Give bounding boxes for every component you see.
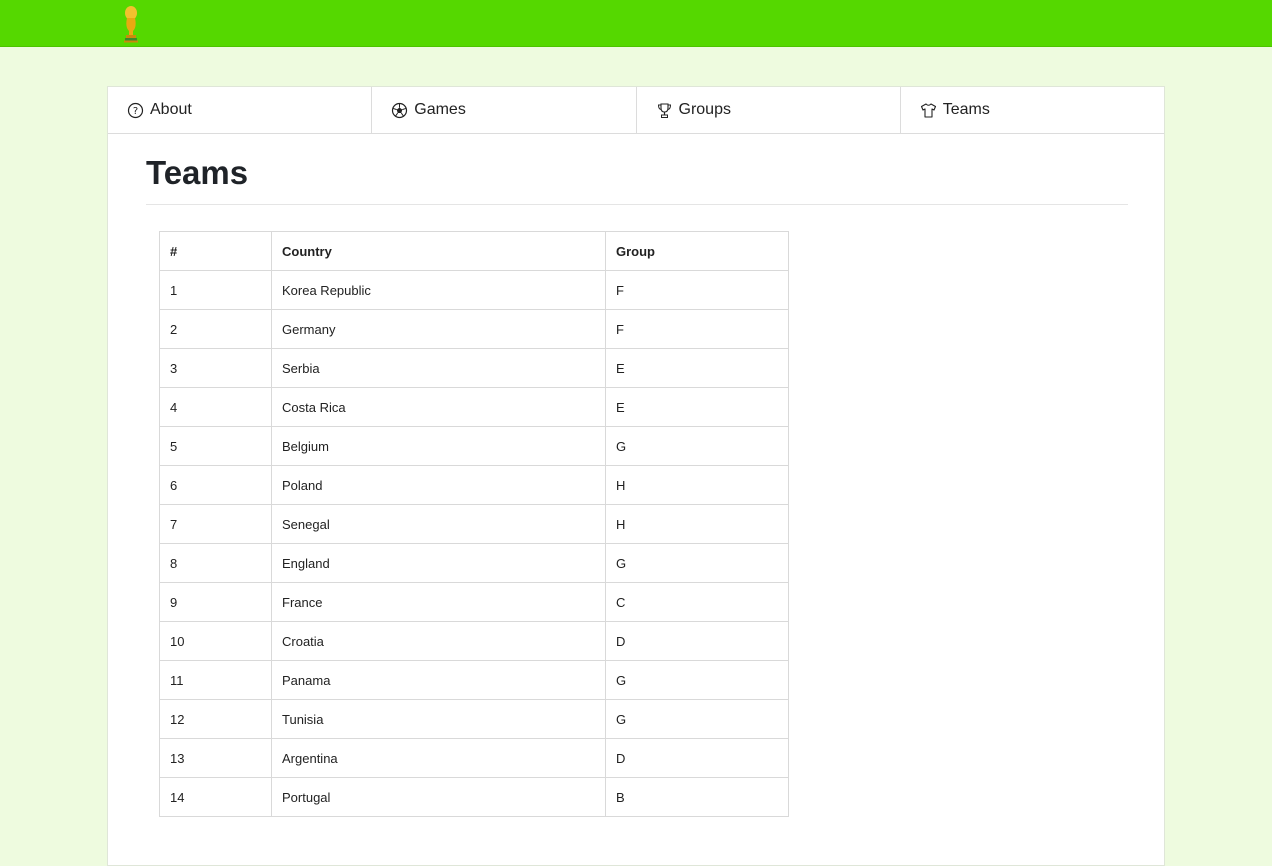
tab-teams-label: Teams <box>942 101 990 118</box>
table-header-row: # Country Group <box>159 231 789 271</box>
cell-group: F <box>605 309 789 349</box>
cell-country: Serbia <box>271 348 606 388</box>
cell-group: G <box>605 543 789 583</box>
cell-group: G <box>605 660 789 700</box>
table-row[interactable]: 2 Germany F <box>159 309 789 349</box>
tab-teams[interactable]: Teams <box>901 87 1164 133</box>
column-header-number[interactable]: # <box>159 231 272 271</box>
cell-group: E <box>605 387 789 427</box>
cell-country: Belgium <box>271 426 606 466</box>
tab-about-label: About <box>150 101 192 118</box>
top-bar <box>0 0 1272 47</box>
tab-games[interactable]: Games <box>372 87 637 133</box>
cell-country: Germany <box>271 309 606 349</box>
tab-games-label: Games <box>414 101 466 118</box>
column-header-country[interactable]: Country <box>271 231 606 271</box>
tab-groups[interactable]: Groups <box>637 87 901 133</box>
main-nav: ? About Games Groups Teams <box>108 87 1164 134</box>
cell-country: Portugal <box>271 777 606 817</box>
cell-group: F <box>605 270 789 310</box>
cell-group: C <box>605 582 789 622</box>
cell-number: 13 <box>159 738 272 778</box>
tab-about[interactable]: ? About <box>108 87 373 133</box>
tshirt-icon <box>920 102 937 119</box>
cell-number: 3 <box>159 348 272 388</box>
table-row[interactable]: 1 Korea Republic F <box>159 270 789 310</box>
cell-country: Croatia <box>271 621 606 661</box>
cell-group: D <box>605 621 789 661</box>
cell-country: Costa Rica <box>271 387 606 427</box>
title-divider <box>146 204 1128 205</box>
cell-number: 8 <box>159 543 272 583</box>
cell-number: 14 <box>159 777 272 817</box>
cell-number: 10 <box>159 621 272 661</box>
content-panel: ? About Games Groups Teams Teams # Count… <box>107 86 1165 866</box>
table-row[interactable]: 6 Poland H <box>159 465 789 505</box>
question-circle-icon: ? <box>127 102 144 119</box>
cell-group: B <box>605 777 789 817</box>
table-row[interactable]: 13 Argentina D <box>159 738 789 778</box>
cell-number: 5 <box>159 426 272 466</box>
table-row[interactable]: 12 Tunisia G <box>159 699 789 739</box>
table-row[interactable]: 14 Portugal B <box>159 777 789 817</box>
cell-group: G <box>605 699 789 739</box>
cell-group: H <box>605 465 789 505</box>
svg-text:?: ? <box>133 106 138 117</box>
cell-number: 11 <box>159 660 272 700</box>
table-row[interactable]: 10 Croatia D <box>159 621 789 661</box>
table-row[interactable]: 4 Costa Rica E <box>159 387 789 427</box>
cell-country: France <box>271 582 606 622</box>
soccer-ball-icon <box>391 102 408 119</box>
cell-number: 9 <box>159 582 272 622</box>
cell-group: H <box>605 504 789 544</box>
cell-group: D <box>605 738 789 778</box>
trophy-icon <box>656 102 673 119</box>
cell-country: Korea Republic <box>271 270 606 310</box>
cell-country: Tunisia <box>271 699 606 739</box>
table-row[interactable]: 11 Panama G <box>159 660 789 700</box>
table-row[interactable]: 7 Senegal H <box>159 504 789 544</box>
cell-country: Argentina <box>271 738 606 778</box>
cell-country: Poland <box>271 465 606 505</box>
column-header-group[interactable]: Group <box>605 231 789 271</box>
table-row[interactable]: 5 Belgium G <box>159 426 789 466</box>
table-row[interactable]: 3 Serbia E <box>159 348 789 388</box>
cell-country: Senegal <box>271 504 606 544</box>
cell-number: 1 <box>159 270 272 310</box>
cell-group: G <box>605 426 789 466</box>
table-row[interactable]: 9 France C <box>159 582 789 622</box>
teams-table: # Country Group 1 Korea Republic F 2 Germany… <box>159 231 789 817</box>
tab-groups-label: Groups <box>678 101 731 118</box>
table-row[interactable]: 8 England G <box>159 543 789 583</box>
cell-country: Panama <box>271 660 606 700</box>
cell-country: England <box>271 543 606 583</box>
page-title: Teams <box>146 154 249 191</box>
cell-group: E <box>605 348 789 388</box>
cell-number: 7 <box>159 504 272 544</box>
trophy-icon[interactable] <box>120 5 142 43</box>
cell-number: 2 <box>159 309 272 349</box>
cell-number: 12 <box>159 699 272 739</box>
cell-number: 6 <box>159 465 272 505</box>
cell-number: 4 <box>159 387 272 427</box>
